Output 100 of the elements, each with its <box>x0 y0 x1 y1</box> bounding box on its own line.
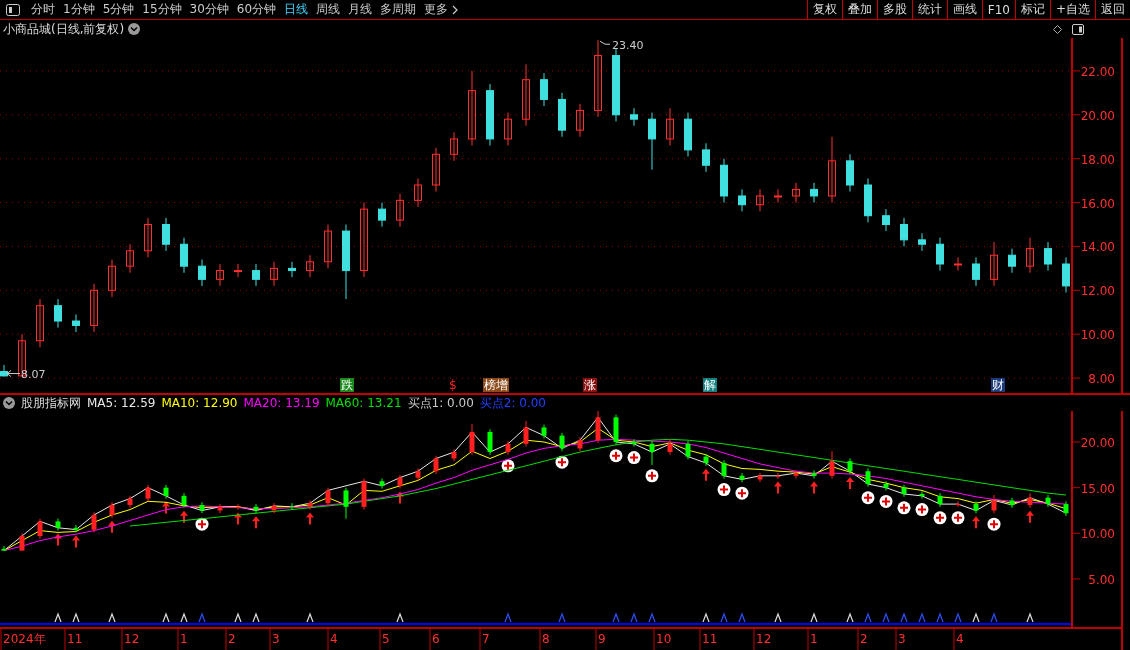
up-arrow-icon <box>252 516 260 529</box>
signal-mark <box>198 612 206 623</box>
leader-line <box>599 40 611 45</box>
candlestick <box>666 107 674 147</box>
candlestick <box>307 499 313 511</box>
signal-mark <box>630 612 638 623</box>
event-badge[interactable]: $ <box>448 378 458 392</box>
axis-label: 11 <box>702 632 718 646</box>
axis-label: 7 <box>482 632 490 646</box>
signal-mark <box>1026 612 1034 623</box>
period-tab[interactable]: 分时 <box>28 1 58 18</box>
period-tab[interactable]: 日线 <box>281 1 312 18</box>
up-arrow-icon <box>972 516 980 529</box>
toolbar-button[interactable]: 多股 <box>876 0 912 19</box>
toolbar-button[interactable]: 画线 <box>946 0 982 19</box>
event-badge[interactable]: 榜增 <box>483 378 509 392</box>
candlestick <box>631 438 637 448</box>
period-tab[interactable]: 60分钟 <box>233 1 280 18</box>
signal-mark <box>954 612 962 623</box>
toolbar-button[interactable]: 返回 <box>1095 0 1130 19</box>
candlestick <box>288 261 296 278</box>
legend-value: 买点1: 0.00 <box>407 394 474 412</box>
period-tab[interactable]: 更多 <box>421 1 462 18</box>
candlestick <box>396 193 404 228</box>
event-badge[interactable]: 财 <box>991 378 1005 392</box>
diamond-icon[interactable] <box>1053 24 1062 34</box>
toolbar-button[interactable]: 统计 <box>911 0 947 19</box>
toolbar-button[interactable]: 标记 <box>1014 0 1050 19</box>
up-arrow-icon <box>72 535 80 548</box>
period-tab[interactable]: 月线 <box>345 1 376 18</box>
axis-label: 14.00 <box>1080 240 1115 255</box>
candlestick <box>432 147 440 193</box>
candlestick <box>756 188 764 212</box>
signal-mark <box>936 612 944 623</box>
candlestick <box>667 438 673 456</box>
indicator-name[interactable]: 股朋指标网 <box>21 394 81 412</box>
signal-mark <box>846 612 854 623</box>
event-badge[interactable]: 解 <box>703 378 717 392</box>
arrow-icon <box>6 370 21 378</box>
candlestick <box>127 495 133 509</box>
axis-label: 12 <box>124 632 140 646</box>
candlestick <box>37 518 43 540</box>
period-tab[interactable]: 1分钟 <box>60 1 98 18</box>
high-price-label: 23.40 <box>612 39 644 53</box>
candlestick <box>198 259 206 287</box>
dropdown-icon[interactable] <box>128 23 141 35</box>
candlestick <box>1026 237 1034 274</box>
candlestick <box>829 450 835 480</box>
axis-label: 2 <box>228 632 236 646</box>
axis-label: 5.00 <box>1088 572 1115 587</box>
candlestick <box>325 487 331 507</box>
candlestick <box>954 256 962 272</box>
toolbar-button[interactable]: 叠加 <box>841 0 877 19</box>
axis-label: 12 <box>756 632 772 646</box>
panel-toggle-icon[interactable] <box>6 3 20 16</box>
plus-circle-icon <box>735 486 749 500</box>
signal-mark <box>252 612 260 623</box>
period-tab[interactable]: 5分钟 <box>99 1 138 18</box>
plus-circle-icon <box>987 517 1001 531</box>
candlestick <box>774 188 782 204</box>
signal-mark <box>900 612 908 623</box>
panel-toggle-icon[interactable] <box>1072 23 1084 35</box>
event-badge[interactable]: 涨 <box>583 378 597 392</box>
candlestick <box>793 469 799 480</box>
axis-label: 10 <box>656 632 672 646</box>
signal-mark <box>612 612 620 623</box>
period-tab[interactable]: 周线 <box>313 1 344 18</box>
axis-label: 20.00 <box>1080 436 1115 451</box>
candlestick <box>1062 256 1070 294</box>
candlestick <box>630 107 638 127</box>
toolbar-button[interactable]: +自选 <box>1049 0 1095 19</box>
signal-mark <box>864 612 872 623</box>
candlestick <box>504 112 512 147</box>
axis-label: 22.00 <box>1080 64 1115 79</box>
dropdown-icon[interactable] <box>3 397 15 409</box>
candlestick <box>468 70 476 147</box>
candlestick <box>144 217 152 258</box>
signal-mark <box>738 612 746 623</box>
signal-mark <box>972 612 980 623</box>
toolbar-button[interactable]: 复权 <box>806 0 842 19</box>
event-badge[interactable]: 跌 <box>340 378 354 392</box>
signal-mark <box>990 612 998 623</box>
period-tab[interactable]: 30分钟 <box>186 1 232 18</box>
period-tab[interactable]: 15分钟 <box>139 1 185 18</box>
candlestick <box>199 501 205 514</box>
plus-circle-icon <box>195 517 209 531</box>
signal-mark <box>180 612 188 623</box>
candlestick <box>936 237 944 272</box>
candlestick <box>1009 497 1015 509</box>
candlestick <box>1044 241 1052 272</box>
plus-circle-icon <box>879 494 893 508</box>
candlestick <box>576 103 584 138</box>
candlestick <box>343 487 349 520</box>
candlestick <box>865 468 871 488</box>
candlestick <box>991 494 997 514</box>
axis-label: 15.00 <box>1080 481 1115 496</box>
up-arrow-icon <box>306 512 314 525</box>
period-tab[interactable]: 多周期 <box>377 1 420 18</box>
candlestick <box>487 428 493 456</box>
toolbar-button[interactable]: F10 <box>981 0 1015 19</box>
